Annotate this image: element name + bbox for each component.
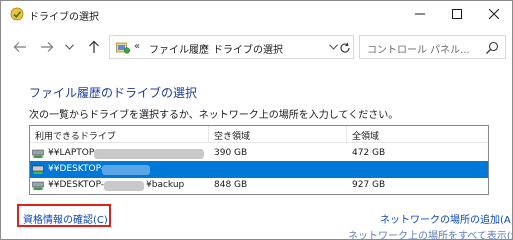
drive-list[interactable]: 利用できるドライブ 空き領域 全領域 ¥¥LAPTOP- 390 GB 472 … — [29, 125, 489, 195]
network-drive-icon — [32, 181, 44, 190]
close-icon — [489, 9, 499, 19]
drive-name: ¥¥DESKTOP- — [48, 164, 105, 174]
column-divider[interactable] — [346, 126, 347, 143]
drive-total-space: 927 GB — [352, 180, 386, 190]
search-placeholder: コントロール パネル... — [367, 45, 470, 56]
show-all-network-locations-link[interactable]: ネットワーク上の場所をすべて表示(S) — [348, 227, 512, 239]
recent-locations-button[interactable] — [63, 38, 75, 56]
drive-name: ¥¥DESKTOP- — [48, 180, 105, 190]
breadcrumb-file-history[interactable]: ファイル履歴 — [149, 41, 209, 56]
refresh-button[interactable] — [338, 41, 352, 55]
search-icon[interactable] — [485, 41, 499, 55]
list-header: 利用できるドライブ 空き領域 全領域 — [30, 126, 488, 143]
drive-name: ¥¥LAPTOP- — [48, 148, 98, 158]
redacted-region — [102, 165, 150, 175]
address-dropdown-button[interactable] — [328, 42, 338, 52]
maximize-icon — [452, 9, 462, 19]
page-title: ファイル履歴のドライブの選択 — [29, 86, 198, 100]
check-credentials-link[interactable]: 資格情報の確認(C) — [23, 211, 108, 226]
control-panel-icon — [116, 42, 130, 54]
redacted-region — [104, 181, 144, 191]
column-header-drive[interactable]: 利用できるドライブ — [35, 129, 116, 142]
up-button[interactable] — [85, 38, 103, 56]
drive-free-space: 848 GB — [214, 180, 248, 190]
drive-row-selected[interactable]: ¥¥DESKTOP- — [30, 161, 488, 178]
back-button[interactable] — [11, 38, 29, 56]
minimize-icon — [415, 13, 425, 15]
drive-free-space: 390 GB — [214, 148, 248, 158]
arrow-left-icon — [13, 42, 26, 52]
drive-row[interactable]: ¥¥LAPTOP- 390 GB 472 GB — [30, 145, 488, 162]
breadcrumb-separator[interactable]: › — [202, 41, 206, 52]
chevron-down-icon — [64, 44, 74, 50]
address-bar[interactable]: « ファイル履歴 › ドライブの選択 — [109, 35, 354, 59]
arrow-up-icon — [89, 40, 99, 53]
address-overflow-marker: « — [134, 41, 141, 52]
minimize-button[interactable] — [405, 1, 435, 27]
redacted-region — [94, 149, 204, 159]
column-header-total-space[interactable]: 全領域 — [352, 129, 379, 142]
add-network-location-link[interactable]: ネットワークの場所の追加(A) — [380, 211, 512, 226]
network-drive-icon — [32, 149, 44, 158]
window-title: ドライブの選択 — [29, 12, 99, 23]
close-button[interactable] — [479, 1, 509, 27]
breadcrumb-select-drive[interactable]: ドライブの選択 — [213, 41, 283, 56]
drive-row[interactable]: ¥¥DESKTOP- ¥backup 848 GB 927 GB — [30, 177, 488, 194]
arrow-right-icon — [41, 42, 54, 52]
chevron-down-icon — [328, 44, 338, 50]
instruction-text: 次の一覧からドライブを選択するか、ネットワーク上の場所を入力してください。 — [29, 110, 399, 121]
column-header-free-space[interactable]: 空き領域 — [214, 129, 250, 142]
refresh-icon — [340, 42, 350, 53]
drive-name-suffix: ¥backup — [146, 180, 185, 190]
forward-button[interactable] — [38, 38, 56, 56]
file-history-icon — [10, 7, 24, 21]
maximize-button[interactable] — [442, 1, 472, 27]
network-drive-icon — [32, 165, 44, 174]
file-history-drive-dialog: ドライブの選択 « ファイル履歴 › ドライブの選択 コントロール パネル...… — [0, 0, 513, 240]
title-bar: ドライブの選択 — [1, 1, 512, 27]
search-box[interactable]: コントロール パネル... — [359, 35, 506, 59]
drive-total-space: 472 GB — [352, 148, 386, 158]
column-divider[interactable] — [208, 126, 209, 143]
